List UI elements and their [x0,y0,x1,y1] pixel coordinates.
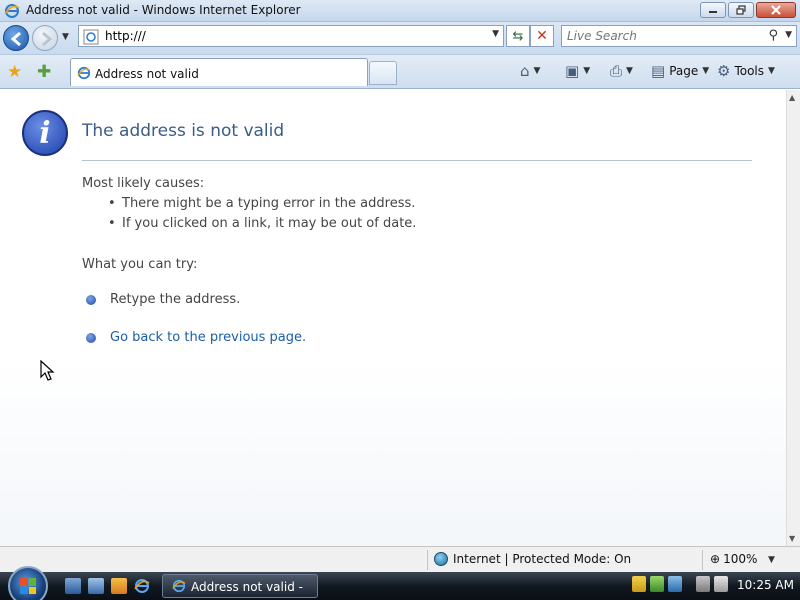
status-divider [427,550,428,570]
back-arrow-icon [10,31,21,47]
zone-label: Internet | Protected Mode: On [453,552,632,566]
causes-heading: Most likely causes: [82,176,205,191]
address-row: ▼ ▼ ⇆ ✕ ⚲ ▼ [0,22,800,55]
tools-menu-label: Tools [734,64,765,78]
heading-divider [82,160,752,161]
home-dropdown[interactable]: ▼ [534,66,541,76]
window-title: Address not valid - Windows Internet Exp… [26,3,301,17]
stop-icon: ✕ [536,28,548,44]
blue-bullet-icon [86,332,96,343]
ie-task-icon [172,579,186,596]
feeds-button[interactable]: ▣ ▼ [565,62,590,80]
close-button[interactable] [756,2,796,18]
taskbar: Address not valid - ... 10:25 AM [0,566,800,600]
ie-logo-icon [4,3,20,22]
forward-arrow-icon [42,31,53,47]
search-icon[interactable]: ⚲ [768,28,778,43]
show-desktop-icon[interactable] [65,578,81,594]
scroll-down-arrow-icon[interactable]: ▼ [789,534,795,543]
mouse-cursor-icon [40,360,55,381]
search-input[interactable] [567,28,757,44]
gear-icon: ⚙ [717,62,731,80]
cause-item: If you clicked on a link, it may be out … [108,216,416,236]
address-dropdown[interactable]: ▼ [492,29,499,39]
zoom-control[interactable]: ⊕ 100% [710,552,757,566]
windows-logo-icon [20,578,36,594]
refresh-icon: ⇆ [512,28,524,44]
close-icon [771,5,781,15]
try-item-retype: Retype the address. [86,292,240,307]
try-heading: What you can try: [82,257,198,272]
security-zone[interactable]: Internet | Protected Mode: On [434,552,631,566]
vertical-scrollbar[interactable]: ▲ ▼ [786,90,800,546]
minimize-icon [709,11,717,13]
page-menu-button[interactable]: ▤ Page ▼ [651,62,709,80]
back-button[interactable] [3,25,29,51]
page-content: i The address is not valid Most likely c… [0,90,786,546]
taskbar-clock[interactable]: 10:25 AM [737,578,794,592]
tab-row: ★ ✚ Address not valid ⌂ ▼ ▣ ▼ ⎙ ▼ ▤ Page ▼ … [0,55,800,89]
causes-list: There might be a typing error in the add… [108,196,416,236]
page-menu-arrow: ▼ [702,66,710,76]
window-controls [700,2,796,18]
address-bar[interactable]: ▼ [78,25,504,47]
windows-defender-icon[interactable] [650,576,664,592]
network-icon[interactable] [668,576,682,592]
page-menu-label: Page [669,64,699,78]
ie-tab-icon [77,66,91,83]
stop-button[interactable]: ✕ [530,25,554,47]
page-ie-icon [83,29,99,48]
task-label: Address not valid - ... [191,580,303,600]
printer-icon: ⎙ [610,62,623,80]
title-bar: Address not valid - Windows Internet Exp… [0,0,800,22]
restore-icon [736,5,746,15]
error-heading: The address is not valid [82,121,285,141]
cause-item: There might be a typing error in the add… [108,196,416,216]
minimize-button[interactable] [700,2,726,18]
security-shield-icon[interactable] [632,576,646,592]
volume-muted-icon[interactable] [714,576,728,592]
network-disconnected-icon[interactable] [696,576,710,592]
internet-explorer-quicklaunch-icon[interactable] [134,578,150,594]
recent-pages-dropdown[interactable]: ▼ [62,32,69,42]
forward-button[interactable] [32,25,58,51]
search-dropdown[interactable]: ▼ [785,30,792,40]
refresh-button[interactable]: ⇆ [506,25,530,47]
tools-menu-button[interactable]: ⚙ Tools ▼ [717,62,775,80]
print-button[interactable]: ⎙ ▼ [610,62,633,80]
media-player-icon[interactable] [111,578,127,594]
info-icon: i [22,110,68,156]
new-tab-button[interactable] [369,61,397,85]
home-button[interactable]: ⌂ ▼ [520,62,540,80]
blue-bullet-icon [86,294,96,305]
retype-address-text: Retype the address. [110,292,241,307]
tab-title: Address not valid [95,67,199,81]
add-to-favorites-button[interactable]: ✚ [37,62,51,82]
go-back-link[interactable]: Go back to the previous page. [110,330,306,345]
start-button[interactable] [8,566,48,600]
favorites-center-button[interactable]: ★ [7,62,22,82]
internet-globe-icon [434,552,448,566]
search-box[interactable]: ⚲ ▼ [561,25,797,47]
scroll-up-arrow-icon[interactable]: ▲ [789,93,795,102]
maximize-button[interactable] [728,2,754,18]
rss-feed-icon: ▣ [565,62,580,80]
status-bar: Internet | Protected Mode: On ⊕ 100% ▼ [0,546,800,572]
status-divider [702,550,703,570]
zoom-magnifier-icon: ⊕ [710,552,721,566]
feeds-dropdown[interactable]: ▼ [583,66,590,76]
zoom-dropdown[interactable]: ▼ [768,555,775,565]
zoom-level: 100% [723,552,758,566]
tools-menu-arrow: ▼ [768,66,775,76]
page-icon: ▤ [651,62,666,80]
system-tray [632,576,728,592]
tab-address-not-valid[interactable]: Address not valid [70,58,368,86]
try-item-go-back: Go back to the previous page. [86,330,306,345]
url-input[interactable] [105,28,475,44]
taskbar-task-ie[interactable]: Address not valid - ... [162,574,318,600]
print-dropdown[interactable]: ▼ [626,66,633,76]
switch-windows-icon[interactable] [88,578,104,594]
home-icon: ⌂ [520,62,530,80]
